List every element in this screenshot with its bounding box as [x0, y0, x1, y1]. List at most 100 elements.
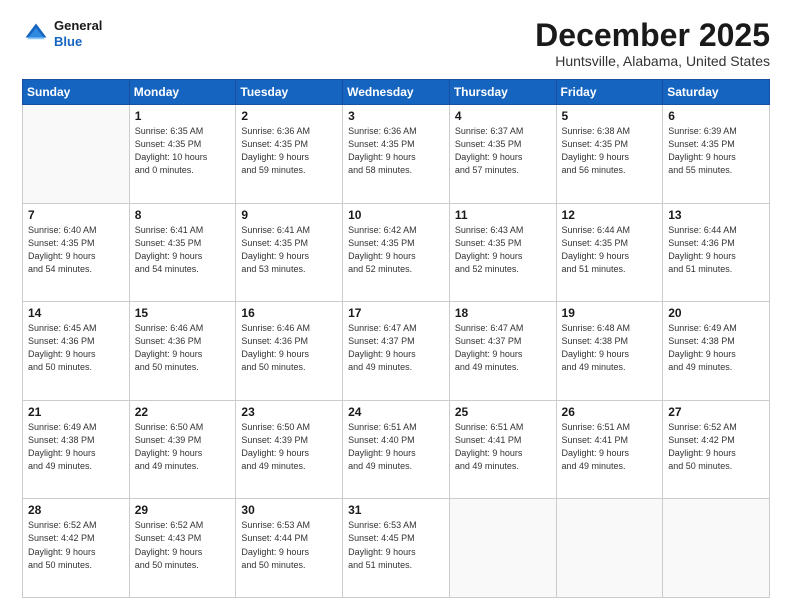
calendar-week-row: 21Sunrise: 6:49 AMSunset: 4:38 PMDayligh… — [23, 400, 770, 499]
calendar-cell — [449, 499, 556, 598]
calendar-week-row: 14 Sunrise: 6:45 AMSunset: 4:36 PMDayligh… — [23, 302, 770, 401]
header: General Blue December 2025 Huntsville, A… — [22, 18, 770, 69]
day-info: Sunrise: 6:47 AMSunset: 4:37 PMDaylight:… — [455, 322, 551, 374]
subtitle: Huntsville, Alabama, United States — [535, 53, 770, 69]
calendar-week-row: 28 Sunrise: 6:52 AMSunset: 4:42 PMDayligh… — [23, 499, 770, 598]
day-number: 11 — [455, 208, 551, 222]
calendar-header-saturday: Saturday — [663, 80, 770, 105]
day-number: 26 — [562, 405, 658, 419]
calendar-week-row: 1 Sunrise: 6:35 AMSunset: 4:35 PMDaylight… — [23, 105, 770, 204]
day-info: Sunrise: 6:51 AMSunset: 4:41 PMDaylight:… — [455, 421, 551, 473]
day-info: Sunrise: 6:39 AMSunset: 4:35 PMDaylight:… — [668, 125, 764, 177]
day-info: Sunrise: 6:37 AMSunset: 4:35 PMDaylight:… — [455, 125, 551, 177]
day-number: 16 — [241, 306, 337, 320]
calendar-cell: 15 Sunrise: 6:46 AMSunset: 4:36 PMDayligh… — [129, 302, 236, 401]
logo-icon — [22, 20, 50, 48]
title-block: December 2025 Huntsville, Alabama, Unite… — [535, 18, 770, 69]
calendar-cell: 30 Sunrise: 6:53 AMSunset: 4:44 PMDayligh… — [236, 499, 343, 598]
day-number: 19 — [562, 306, 658, 320]
day-number: 12 — [562, 208, 658, 222]
day-info: Sunrise: 6:46 AMSunset: 4:36 PMDaylight:… — [241, 322, 337, 374]
calendar-header-row: SundayMondayTuesdayWednesdayThursdayFrid… — [23, 80, 770, 105]
day-number: 21 — [28, 405, 124, 419]
day-info: Sunrise: 6:51 AMSunset: 4:41 PMDaylight:… — [562, 421, 658, 473]
logo: General Blue — [22, 18, 102, 49]
day-info: Sunrise: 6:47 AMSunset: 4:37 PMDaylight:… — [348, 322, 444, 374]
day-number: 30 — [241, 503, 337, 517]
day-number: 17 — [348, 306, 444, 320]
day-info: Sunrise: 6:52 AMSunset: 4:43 PMDaylight:… — [135, 519, 231, 571]
calendar-cell: 31 Sunrise: 6:53 AMSunset: 4:45 PMDayligh… — [343, 499, 450, 598]
day-number: 14 — [28, 306, 124, 320]
day-info: Sunrise: 6:53 AMSunset: 4:44 PMDaylight:… — [241, 519, 337, 571]
day-number: 5 — [562, 109, 658, 123]
day-number: 4 — [455, 109, 551, 123]
day-number: 1 — [135, 109, 231, 123]
day-number: 20 — [668, 306, 764, 320]
calendar-cell: 25 Sunrise: 6:51 AMSunset: 4:41 PMDayligh… — [449, 400, 556, 499]
day-info: Sunrise: 6:41 AMSunset: 4:35 PMDaylight:… — [135, 224, 231, 276]
calendar-header-sunday: Sunday — [23, 80, 130, 105]
calendar-header-tuesday: Tuesday — [236, 80, 343, 105]
day-info: Sunrise: 6:52 AMSunset: 4:42 PMDaylight:… — [28, 519, 124, 571]
calendar-cell: 14 Sunrise: 6:45 AMSunset: 4:36 PMDayligh… — [23, 302, 130, 401]
calendar-cell: 12 Sunrise: 6:44 AMSunset: 4:35 PMDayligh… — [556, 203, 663, 302]
calendar-table: SundayMondayTuesdayWednesdayThursdayFrid… — [22, 79, 770, 598]
day-number: 15 — [135, 306, 231, 320]
day-info: Sunrise: 6:49 AMSunset: 4:38 PMDaylight:… — [668, 322, 764, 374]
calendar-cell: 10Sunrise: 6:42 AMSunset: 4:35 PMDayligh… — [343, 203, 450, 302]
day-number: 8 — [135, 208, 231, 222]
day-number: 6 — [668, 109, 764, 123]
day-info: Sunrise: 6:52 AMSunset: 4:42 PMDaylight:… — [668, 421, 764, 473]
logo-line2: Blue — [54, 34, 102, 50]
calendar-cell: 21Sunrise: 6:49 AMSunset: 4:38 PMDayligh… — [23, 400, 130, 499]
day-info: Sunrise: 6:46 AMSunset: 4:36 PMDaylight:… — [135, 322, 231, 374]
day-number: 31 — [348, 503, 444, 517]
day-info: Sunrise: 6:43 AMSunset: 4:35 PMDaylight:… — [455, 224, 551, 276]
calendar-header-thursday: Thursday — [449, 80, 556, 105]
calendar-cell: 23Sunrise: 6:50 AMSunset: 4:39 PMDayligh… — [236, 400, 343, 499]
main-title: December 2025 — [535, 18, 770, 53]
calendar-cell: 4 Sunrise: 6:37 AMSunset: 4:35 PMDaylight… — [449, 105, 556, 204]
calendar-cell: 29Sunrise: 6:52 AMSunset: 4:43 PMDayligh… — [129, 499, 236, 598]
day-number: 2 — [241, 109, 337, 123]
calendar-cell: 16 Sunrise: 6:46 AMSunset: 4:36 PMDayligh… — [236, 302, 343, 401]
day-info: Sunrise: 6:44 AMSunset: 4:36 PMDaylight:… — [668, 224, 764, 276]
day-info: Sunrise: 6:44 AMSunset: 4:35 PMDaylight:… — [562, 224, 658, 276]
calendar-cell: 27Sunrise: 6:52 AMSunset: 4:42 PMDayligh… — [663, 400, 770, 499]
calendar-cell: 28 Sunrise: 6:52 AMSunset: 4:42 PMDayligh… — [23, 499, 130, 598]
day-number: 25 — [455, 405, 551, 419]
day-info: Sunrise: 6:35 AMSunset: 4:35 PMDaylight:… — [135, 125, 231, 177]
calendar-cell: 24 Sunrise: 6:51 AMSunset: 4:40 PMDayligh… — [343, 400, 450, 499]
day-number: 23 — [241, 405, 337, 419]
day-number: 18 — [455, 306, 551, 320]
day-number: 7 — [28, 208, 124, 222]
day-number: 22 — [135, 405, 231, 419]
day-info: Sunrise: 6:40 AMSunset: 4:35 PMDaylight:… — [28, 224, 124, 276]
day-info: Sunrise: 6:41 AMSunset: 4:35 PMDaylight:… — [241, 224, 337, 276]
day-info: Sunrise: 6:50 AMSunset: 4:39 PMDaylight:… — [135, 421, 231, 473]
day-info: Sunrise: 6:45 AMSunset: 4:36 PMDaylight:… — [28, 322, 124, 374]
calendar-cell: 11 Sunrise: 6:43 AMSunset: 4:35 PMDayligh… — [449, 203, 556, 302]
calendar-cell — [556, 499, 663, 598]
calendar-header-wednesday: Wednesday — [343, 80, 450, 105]
day-info: Sunrise: 6:36 AMSunset: 4:35 PMDaylight:… — [348, 125, 444, 177]
logo-text: General Blue — [54, 18, 102, 49]
page: General Blue December 2025 Huntsville, A… — [0, 0, 792, 612]
calendar-header-friday: Friday — [556, 80, 663, 105]
calendar-cell: 5 Sunrise: 6:38 AMSunset: 4:35 PMDaylight… — [556, 105, 663, 204]
day-info: Sunrise: 6:51 AMSunset: 4:40 PMDaylight:… — [348, 421, 444, 473]
calendar-cell: 9Sunrise: 6:41 AMSunset: 4:35 PMDaylight… — [236, 203, 343, 302]
day-number: 28 — [28, 503, 124, 517]
calendar-cell: 19 Sunrise: 6:48 AMSunset: 4:38 PMDayligh… — [556, 302, 663, 401]
calendar-cell: 2 Sunrise: 6:36 AMSunset: 4:35 PMDaylight… — [236, 105, 343, 204]
day-info: Sunrise: 6:38 AMSunset: 4:35 PMDaylight:… — [562, 125, 658, 177]
calendar-cell: 8 Sunrise: 6:41 AMSunset: 4:35 PMDaylight… — [129, 203, 236, 302]
calendar-cell: 17 Sunrise: 6:47 AMSunset: 4:37 PMDayligh… — [343, 302, 450, 401]
day-number: 24 — [348, 405, 444, 419]
calendar-cell: 22 Sunrise: 6:50 AMSunset: 4:39 PMDayligh… — [129, 400, 236, 499]
day-info: Sunrise: 6:36 AMSunset: 4:35 PMDaylight:… — [241, 125, 337, 177]
day-info: Sunrise: 6:53 AMSunset: 4:45 PMDaylight:… — [348, 519, 444, 571]
day-info: Sunrise: 6:48 AMSunset: 4:38 PMDaylight:… — [562, 322, 658, 374]
day-info: Sunrise: 6:42 AMSunset: 4:35 PMDaylight:… — [348, 224, 444, 276]
